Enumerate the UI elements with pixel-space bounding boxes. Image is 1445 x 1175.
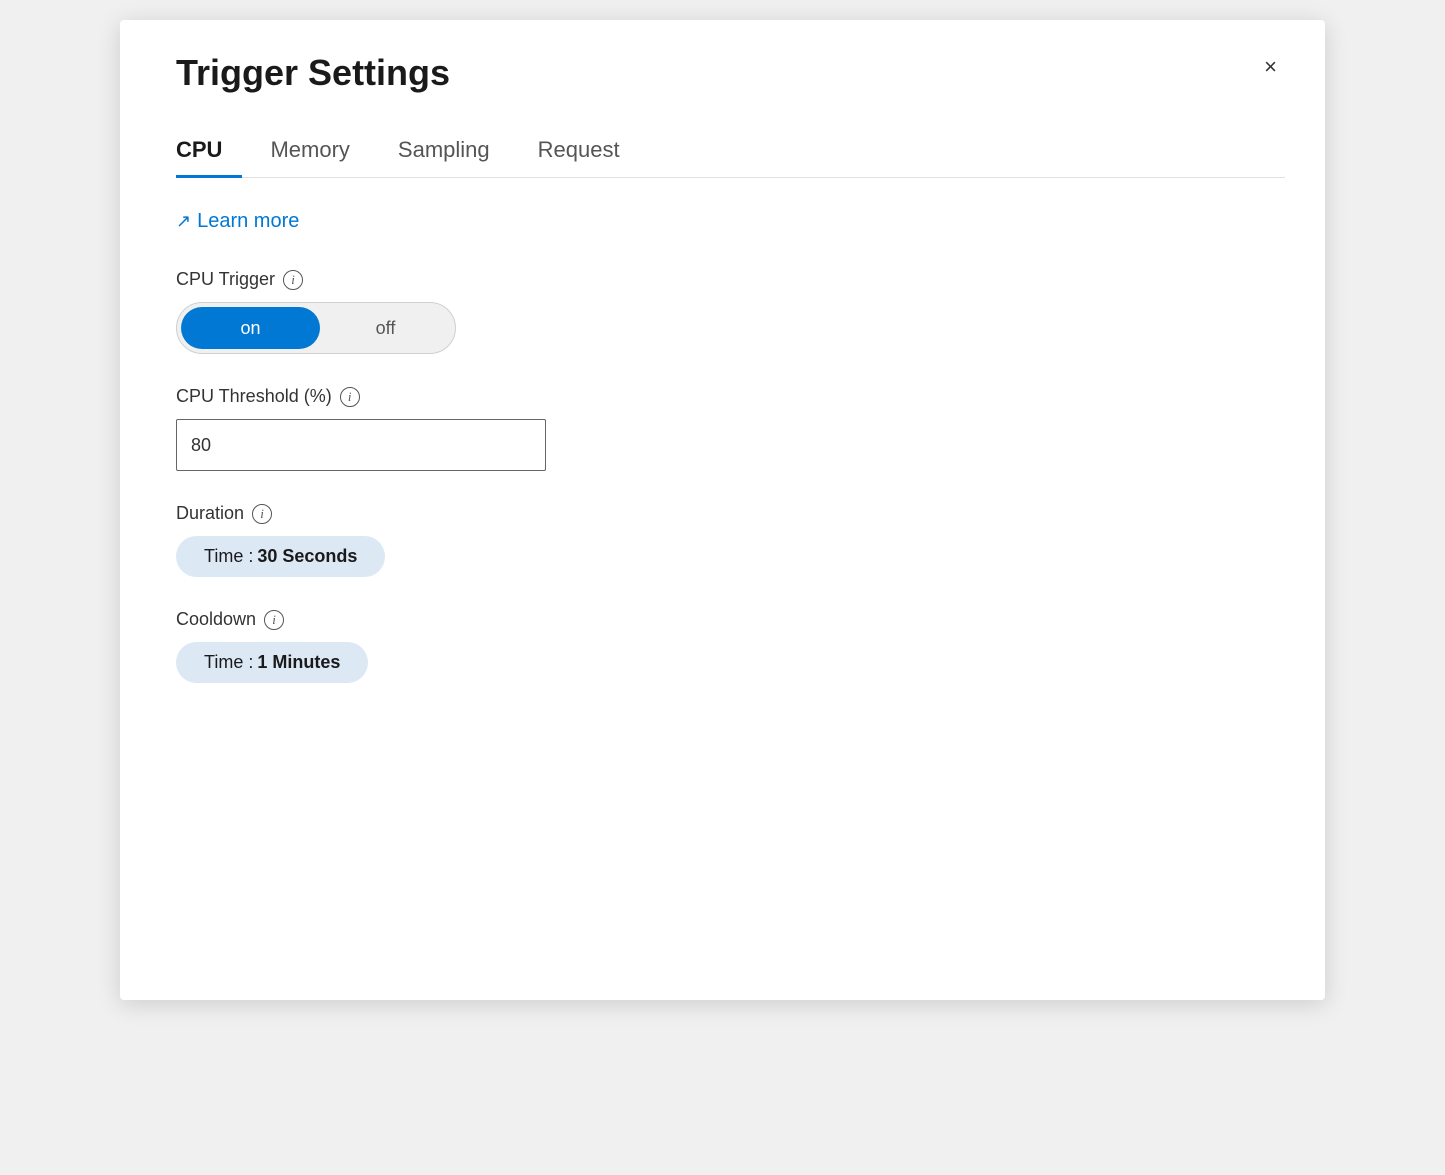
duration-time-prefix: Time :: [204, 546, 253, 567]
external-link-icon: ↗: [176, 211, 191, 232]
dialog-title: Trigger Settings: [176, 52, 450, 94]
cooldown-info-icon[interactable]: i: [264, 610, 284, 630]
tabs-container: CPU Memory Sampling Request: [176, 126, 1285, 178]
cooldown-time-prefix: Time :: [204, 652, 253, 673]
cooldown-label: Cooldown: [176, 609, 256, 630]
tab-sampling[interactable]: Sampling: [398, 127, 510, 178]
cpu-threshold-label: CPU Threshold (%): [176, 386, 332, 407]
trigger-settings-dialog: Trigger Settings × CPU Memory Sampling R…: [120, 20, 1325, 1000]
tab-memory[interactable]: Memory: [270, 127, 369, 178]
learn-more-label: Learn more: [197, 210, 299, 233]
cooldown-label-row: Cooldown i: [176, 609, 1285, 630]
cpu-trigger-label: CPU Trigger: [176, 269, 275, 290]
duration-time-value: 30 Seconds: [257, 546, 357, 567]
cpu-threshold-input[interactable]: [176, 419, 546, 471]
cpu-threshold-info-icon[interactable]: i: [340, 387, 360, 407]
close-button[interactable]: ×: [1256, 52, 1285, 82]
cooldown-time-pill[interactable]: Time : 1 Minutes: [176, 642, 368, 683]
cpu-threshold-section: CPU Threshold (%) i: [176, 386, 1285, 471]
cpu-trigger-section: CPU Trigger i on off: [176, 269, 1285, 354]
duration-info-icon[interactable]: i: [252, 504, 272, 524]
duration-label-row: Duration i: [176, 503, 1285, 524]
tab-cpu[interactable]: CPU: [176, 127, 242, 178]
cpu-trigger-toggle[interactable]: on off: [176, 302, 456, 354]
cpu-trigger-info-icon[interactable]: i: [283, 270, 303, 290]
duration-label: Duration: [176, 503, 244, 524]
tab-request[interactable]: Request: [538, 127, 640, 178]
cooldown-time-value: 1 Minutes: [257, 652, 340, 673]
cooldown-section: Cooldown i Time : 1 Minutes: [176, 609, 1285, 683]
toggle-on-option[interactable]: on: [181, 307, 320, 349]
learn-more-link[interactable]: ↗ Learn more: [176, 210, 299, 233]
duration-section: Duration i Time : 30 Seconds: [176, 503, 1285, 577]
duration-time-pill[interactable]: Time : 30 Seconds: [176, 536, 385, 577]
cpu-trigger-label-row: CPU Trigger i: [176, 269, 1285, 290]
toggle-off-option[interactable]: off: [320, 307, 451, 349]
dialog-header: Trigger Settings ×: [176, 52, 1285, 94]
learn-more-section: ↗ Learn more: [176, 210, 1285, 233]
cpu-threshold-label-row: CPU Threshold (%) i: [176, 386, 1285, 407]
